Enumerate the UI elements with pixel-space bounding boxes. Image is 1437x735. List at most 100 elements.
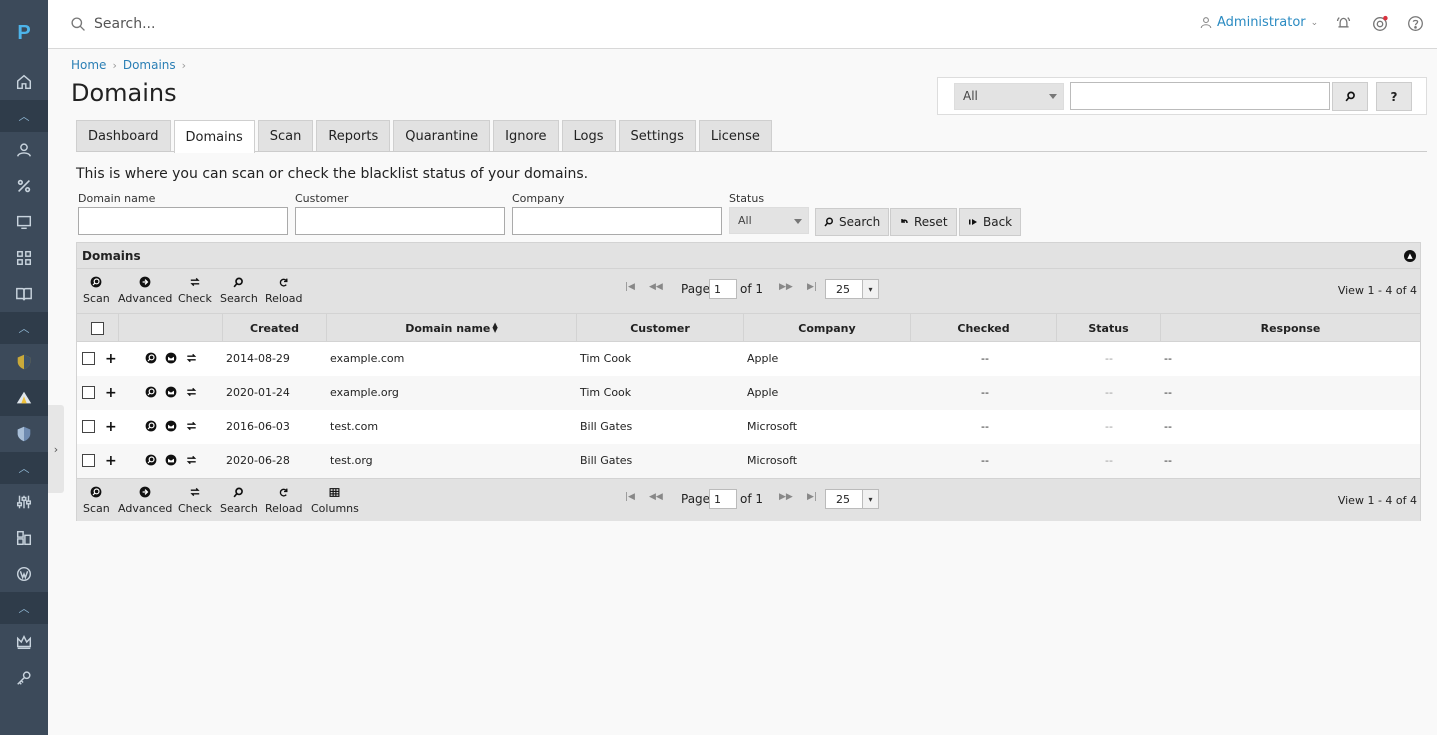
page-number-input[interactable]: 1	[709, 279, 737, 299]
tab-domains[interactable]: Domains	[173, 120, 255, 153]
back-button[interactable]: Back	[959, 208, 1022, 236]
page-size-select[interactable]: 25 ▾	[825, 489, 879, 509]
key-icon[interactable]	[0, 660, 48, 696]
crown-icon[interactable]	[0, 624, 48, 660]
tent-icon[interactable]	[0, 380, 48, 416]
table-row[interactable]: +2014-08-29 example.com Tim Cook Apple -- -- -…	[77, 342, 1420, 376]
quick-search-scope-select[interactable]: All	[954, 83, 1064, 110]
collapse-grid-icon[interactable]: ▲	[1404, 250, 1416, 262]
search-button[interactable]: Search	[815, 208, 890, 236]
check-tool-button[interactable]: Check	[178, 485, 212, 515]
scan-domain-icon[interactable]	[145, 454, 157, 469]
reset-button[interactable]: Reset	[890, 208, 957, 236]
scan-domain-icon[interactable]	[145, 420, 157, 435]
check-domain-icon[interactable]	[185, 386, 198, 401]
advanced-tool-button[interactable]: Advanced	[118, 485, 172, 515]
collapse-section-icon[interactable]: ︿	[0, 452, 48, 484]
blocks-icon[interactable]	[0, 520, 48, 556]
checked-column-header[interactable]: Checked	[911, 314, 1057, 342]
help-icon[interactable]	[1407, 15, 1424, 35]
tab-ignore[interactable]: Ignore	[493, 120, 559, 152]
mail-icon[interactable]	[165, 352, 177, 367]
user-icon[interactable]	[0, 132, 48, 168]
wordpress-icon[interactable]	[0, 556, 48, 592]
columns-tool-button[interactable]: Columns	[311, 485, 359, 515]
row-checkbox[interactable]	[82, 352, 95, 365]
book-icon[interactable]	[0, 276, 48, 312]
tab-license[interactable]: License	[698, 120, 772, 152]
notifications-icon[interactable]	[1335, 15, 1352, 35]
percent-icon[interactable]	[0, 168, 48, 204]
home-icon[interactable]	[0, 64, 48, 100]
scan-domain-icon[interactable]	[145, 386, 157, 401]
mail-icon[interactable]	[165, 386, 177, 401]
tab-reports[interactable]: Reports	[316, 120, 391, 152]
table-row[interactable]: +2016-06-03 test.com Bill Gates Microsoft --…	[77, 410, 1420, 444]
search-tool-button[interactable]: Search	[220, 275, 258, 305]
expand-row-icon[interactable]: +	[105, 351, 117, 367]
tab-settings[interactable]: Settings	[618, 120, 696, 152]
collapse-section-icon[interactable]: ︿	[0, 592, 48, 624]
mail-icon[interactable]	[165, 454, 177, 469]
prev-page-icon[interactable]: ◀◀	[649, 492, 663, 502]
next-page-icon[interactable]: ▶▶	[779, 282, 793, 292]
help-button[interactable]: ?	[1376, 82, 1412, 111]
response-column-header[interactable]: Response	[1161, 314, 1420, 342]
scan-tool-button[interactable]: Scan	[83, 275, 110, 305]
company-field[interactable]	[512, 207, 722, 235]
check-domain-icon[interactable]	[185, 420, 198, 435]
page-size-select[interactable]: 25 ▾	[825, 279, 879, 299]
reload-tool-button[interactable]: Reload	[265, 485, 302, 515]
collapse-section-icon[interactable]: ︿	[0, 312, 48, 344]
shield-icon[interactable]	[0, 344, 48, 380]
row-checkbox[interactable]	[82, 420, 95, 433]
check-tool-button[interactable]: Check	[178, 275, 212, 305]
table-row[interactable]: +2020-06-28 test.org Bill Gates Microsoft --…	[77, 444, 1420, 478]
domain-name-column-header[interactable]: Domain name ▲ ▼	[327, 314, 577, 342]
breadcrumb-domains[interactable]: Domains	[123, 58, 176, 72]
expand-row-icon[interactable]: +	[105, 419, 117, 435]
last-page-icon[interactable]: ▶|	[807, 492, 817, 502]
customer-field[interactable]	[295, 207, 505, 235]
scan-tool-button[interactable]: Scan	[83, 485, 110, 515]
tab-logs[interactable]: Logs	[561, 120, 616, 152]
apps-icon[interactable]	[0, 240, 48, 276]
monitor-icon[interactable]	[0, 204, 48, 240]
expand-row-icon[interactable]: +	[105, 385, 117, 401]
search-tool-button[interactable]: Search	[220, 485, 258, 515]
next-page-icon[interactable]: ▶▶	[779, 492, 793, 502]
user-menu[interactable]: Administrator ⌄	[1200, 15, 1318, 30]
page-number-input[interactable]: 1	[709, 489, 737, 509]
tab-dashboard[interactable]: Dashboard	[76, 120, 171, 152]
advanced-tool-button[interactable]: Advanced	[118, 275, 172, 305]
shield-check-icon[interactable]	[0, 416, 48, 452]
domain-name-field[interactable]	[78, 207, 288, 235]
support-icon[interactable]	[1371, 15, 1389, 36]
tab-scan[interactable]: Scan	[257, 120, 314, 152]
tab-quarantine[interactable]: Quarantine	[393, 120, 491, 152]
first-page-icon[interactable]: |◀	[625, 282, 635, 292]
breadcrumb-home[interactable]: Home	[71, 58, 106, 72]
app-logo[interactable]: P	[0, 0, 48, 66]
select-all-checkbox[interactable]	[91, 321, 104, 335]
first-page-icon[interactable]: |◀	[625, 492, 635, 502]
customer-column-header[interactable]: Customer	[577, 314, 744, 342]
status-select[interactable]: All	[729, 207, 809, 234]
expand-row-icon[interactable]: +	[105, 453, 117, 469]
row-checkbox[interactable]	[82, 454, 95, 467]
table-row[interactable]: +2020-01-24 example.org Tim Cook Apple -- -- -…	[77, 376, 1420, 410]
prev-page-icon[interactable]: ◀◀	[649, 282, 663, 292]
status-column-header[interactable]: Status	[1057, 314, 1161, 342]
check-domain-icon[interactable]	[185, 454, 198, 469]
scan-domain-icon[interactable]	[145, 352, 157, 367]
sliders-icon[interactable]	[0, 484, 48, 520]
quick-search-button[interactable]	[1332, 82, 1368, 111]
reload-tool-button[interactable]: Reload	[265, 275, 302, 305]
created-column-header[interactable]: Created	[223, 314, 327, 342]
last-page-icon[interactable]: ▶|	[807, 282, 817, 292]
company-column-header[interactable]: Company	[744, 314, 911, 342]
global-search-input[interactable]	[94, 12, 594, 36]
collapse-section-icon[interactable]: ︿	[0, 100, 48, 132]
check-domain-icon[interactable]	[185, 352, 198, 367]
row-checkbox[interactable]	[82, 386, 95, 399]
